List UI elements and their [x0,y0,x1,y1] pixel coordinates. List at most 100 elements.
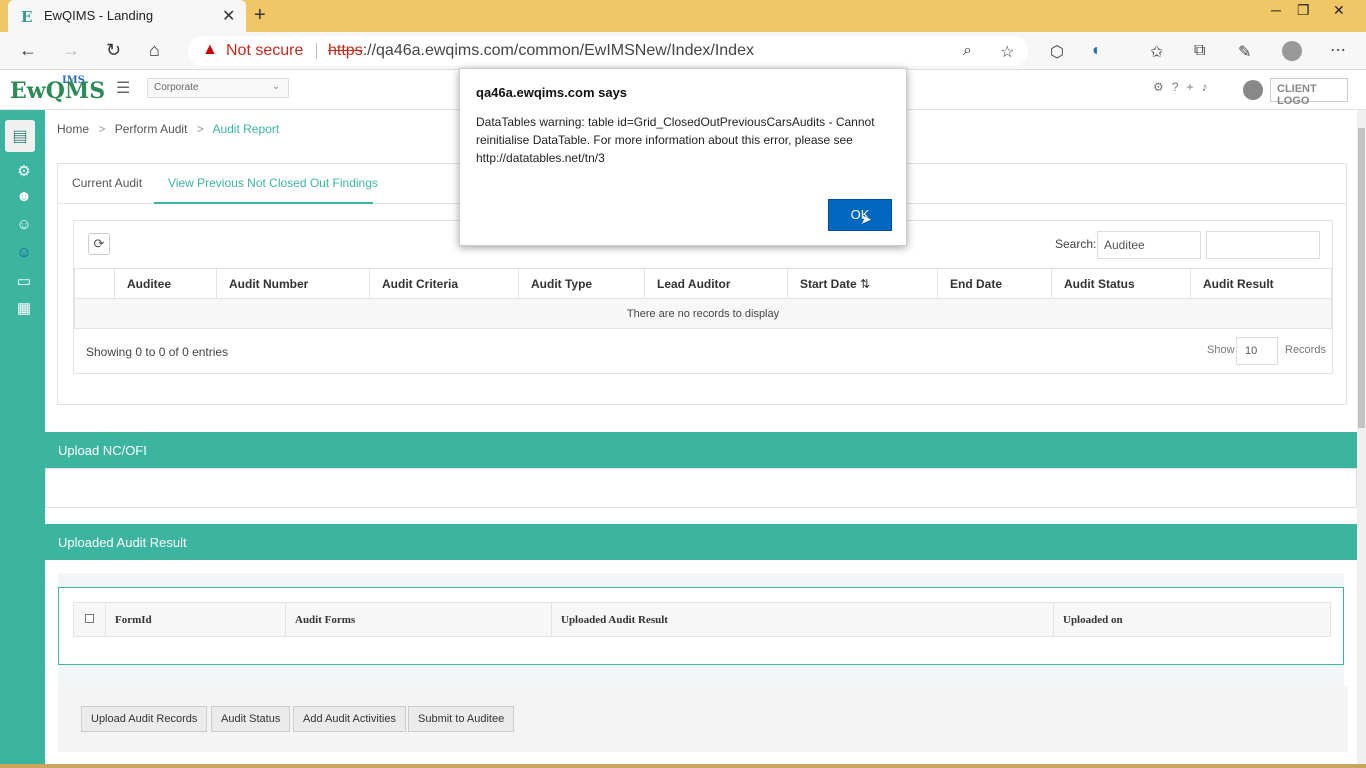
menu-toggle-icon[interactable]: ☰ [116,78,130,98]
extension-icon[interactable]: ⬡ [1050,42,1064,62]
table-header-row: FormId Audit Forms Uploaded Audit Result… [73,602,1331,637]
collections-icon[interactable]: ⧉ [1194,42,1205,60]
corporate-select-value: Corporate [154,82,199,93]
header-icons: ⚙? + ♪ [1153,80,1215,94]
breadcrumb-home[interactable]: Home [57,122,89,136]
column-label: Audit Number [229,276,309,291]
uploaded-result-header[interactable]: Uploaded Audit Result [45,524,1357,560]
back-icon[interactable]: ← [19,40,37,61]
favorites-icon[interactable]: ✩ [1150,42,1163,62]
sort-icon[interactable]: ⇅ [857,277,870,291]
findings-table: Auditee Audit Number Audit Criteria Audit T… [74,268,1332,329]
sidebar-item-audit[interactable]: ▤ [5,120,35,152]
search-column-select[interactable]: Auditee [1097,231,1201,259]
user-check-icon[interactable]: ☺ [14,244,34,261]
add-audit-activities-button[interactable]: Add Audit Activities [293,706,406,732]
chevron-down-icon: ⌄ [271,81,280,92]
dialog-message: DataTables warning: table id=Grid_Closed… [476,115,875,165]
tab-previous-findings[interactable]: View Previous Not Closed Out Findings [168,176,378,190]
search-label: Search: [1055,237,1097,251]
entries-info: Showing 0 to 0 of 0 entries [86,345,229,359]
empty-message: There are no records to display [74,298,1332,329]
table-header-row: Auditee Audit Number Audit Criteria Audit T… [74,268,1332,299]
not-secure-label[interactable]: Not secure [226,42,303,60]
id-card-icon[interactable]: ▭ [14,272,34,290]
column-label: Start Date [800,276,857,291]
breadcrumb-current: Audit Report [212,122,280,136]
search-input[interactable] [1206,231,1320,259]
scrollbar-thumb[interactable] [1358,128,1365,428]
select-all-checkbox[interactable] [85,613,94,623]
col-auditee[interactable]: Auditee [114,268,217,299]
audit-status-button[interactable]: Audit Status [211,706,291,732]
url-scheme: https [328,42,363,59]
sidebar: ▤ ⚙ ☻ ☺ ☺ ▭ ▦ [0,110,45,768]
forward-icon[interactable]: → [62,40,80,61]
url-text[interactable]: https://qa46a.ewqims.com/common/EwIMSNew… [328,42,754,60]
dialog-title: qa46a.ewqims.com says [476,85,628,100]
col-end-date[interactable]: End Date [937,268,1052,299]
minimize-icon[interactable]: ─ [1271,2,1281,18]
upload-nc-header[interactable]: Upload NC/OFI [45,432,1357,468]
user-add-icon[interactable]: ☺ [14,216,34,233]
col-lead-auditor[interactable]: Lead Auditor [644,268,788,299]
breadcrumb-perform-audit[interactable]: Perform Audit [115,122,188,136]
records-label: Records [1285,344,1326,356]
col-start-date[interactable]: Start Date ⇅ [787,268,938,299]
help-icon[interactable]: ? [1172,80,1179,94]
gear-icon[interactable]: ⚙ [1153,80,1164,94]
address-bar[interactable]: ▲ Not secure https://qa46a.ewqims.com/co… [188,36,1028,66]
col-audit-type[interactable]: Audit Type [518,268,645,299]
upload-nc-body [45,468,1357,508]
breadcrumb-separator: > [98,122,106,136]
user-avatar[interactable] [1243,80,1263,100]
column-label: End Date [950,276,1003,291]
page-size-select[interactable]: 10 [1236,337,1278,365]
grid-refresh-icon[interactable]: ⟳ [88,233,110,255]
window-close-icon[interactable]: ✕ [1333,2,1345,19]
more-menu-icon[interactable]: ⋯ [1330,40,1346,60]
col-uploaded-result[interactable]: Uploaded Audit Result [551,602,1054,637]
browser-tab[interactable]: E EwQIMS - Landing ✕ [8,0,246,32]
users-icon[interactable]: ☻ [14,188,34,205]
col-audit-criteria[interactable]: Audit Criteria [369,268,519,299]
alert-dialog: qa46a.ewqims.com says DataTables warning… [459,68,907,246]
col-audit-number[interactable]: Audit Number [216,268,370,299]
browser-titlebar: E EwQIMS - Landing ✕ + ─ ❐ ✕ [0,0,1366,32]
col-uploaded-on[interactable]: Uploaded on [1053,602,1331,637]
tab-close-icon[interactable]: ✕ [222,6,235,26]
col-audit-status[interactable]: Audit Status [1051,268,1191,299]
action-bar: Upload Audit Records Audit Status Add Au… [58,686,1348,752]
col-expander[interactable] [74,268,115,299]
breadcrumb-separator: > [196,122,204,136]
corporate-select[interactable]: Corporate ⌄ [147,78,289,98]
bell-icon[interactable]: ♪ [1201,80,1207,94]
col-formid[interactable]: FormId [105,602,286,637]
feedback-icon[interactable]: ✎ [1238,42,1251,62]
tab-current-audit[interactable]: Current Audit [72,176,142,190]
column-label: Audit Type [531,276,593,291]
favorite-star-icon[interactable]: ☆ [1000,42,1014,62]
app-logo[interactable]: EwQMS IMS [10,75,106,104]
add-icon[interactable]: + [1186,80,1193,94]
profile-avatar-icon[interactable] [1282,41,1302,61]
page-scrollbar[interactable] [1357,110,1366,768]
new-tab-button[interactable]: + [254,4,266,27]
col-audit-forms[interactable]: Audit Forms [285,602,552,637]
show-label: Show [1207,344,1235,356]
logo-superscript: IMS [62,75,85,86]
col-audit-result[interactable]: Audit Result [1190,268,1332,299]
building-icon[interactable]: ▦ [14,299,34,317]
submit-to-auditee-button[interactable]: Submit to Auditee [408,706,515,732]
home-icon[interactable]: ⌂ [149,40,160,61]
profile-extension-icon[interactable]: ◐ [1092,42,1102,60]
zoom-icon[interactable]: ⌕ [963,42,972,60]
upload-audit-records-button[interactable]: Upload Audit Records [81,706,208,732]
uploaded-result-box: FormId Audit Forms Uploaded Audit Result… [58,587,1344,665]
warning-icon: ▲ [202,41,218,58]
logo-text: EwQMS [10,78,106,104]
settings-icon[interactable]: ⚙ [14,162,34,180]
restore-icon[interactable]: ❐ [1297,2,1310,19]
select-all-cell [73,602,106,637]
refresh-icon[interactable]: ↻ [106,40,121,61]
